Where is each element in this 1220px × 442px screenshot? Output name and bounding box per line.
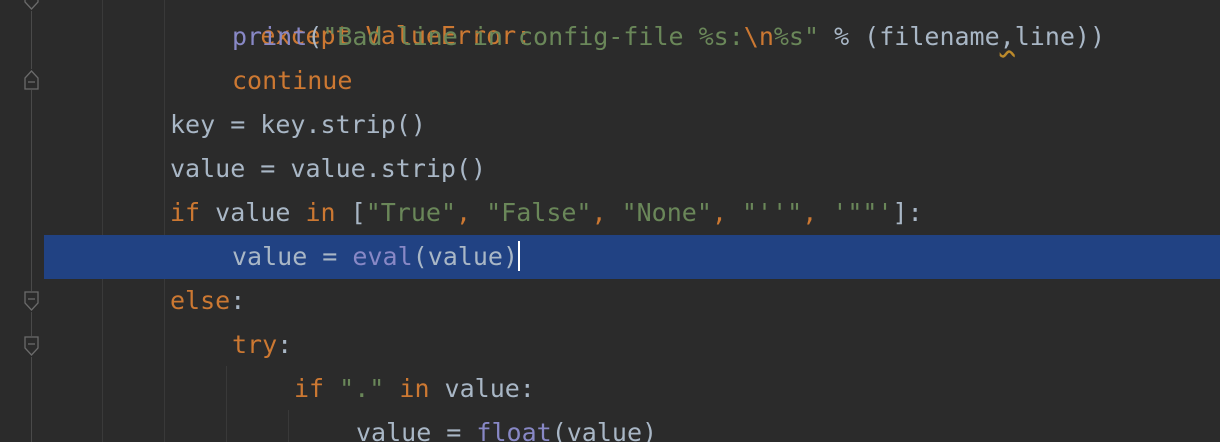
keyword-token: if bbox=[170, 198, 201, 227]
code-token: % (filename bbox=[819, 22, 1000, 51]
code-line[interactable]: if "." in value: bbox=[44, 367, 1220, 411]
gutter-fold-line bbox=[31, 0, 32, 442]
text-cursor bbox=[518, 241, 520, 271]
code-token: key = key.strip() bbox=[170, 110, 426, 139]
keyword-token: in bbox=[399, 374, 430, 403]
current-code-line[interactable]: value = eval(value) bbox=[44, 235, 1220, 279]
builtin-token: eval bbox=[352, 242, 413, 271]
string-token: "." bbox=[339, 374, 385, 403]
code-token: (value) bbox=[551, 418, 658, 442]
warning-comma-token[interactable]: , bbox=[1000, 22, 1015, 51]
code-line[interactable]: print("Bad line in config-file %s:\n%s" … bbox=[44, 15, 1220, 59]
string-token: "True" bbox=[365, 198, 456, 227]
string-token: "Bad line in config-file %s: bbox=[322, 22, 744, 51]
code-line[interactable]: key = key.strip() bbox=[44, 103, 1220, 147]
punctuation-token: , bbox=[802, 198, 833, 227]
builtin-token: print bbox=[232, 22, 308, 51]
code-line[interactable]: try: bbox=[44, 323, 1220, 367]
builtin-token: float bbox=[476, 418, 552, 442]
punctuation-token: , bbox=[711, 198, 742, 227]
code-token: value = value.strip() bbox=[170, 154, 487, 183]
code-token: value = bbox=[356, 418, 477, 442]
punctuation-token: ]: bbox=[892, 198, 923, 227]
punctuation-token: : bbox=[277, 330, 293, 359]
keyword-token: continue bbox=[232, 66, 353, 95]
fold-marker-icon[interactable] bbox=[23, 0, 40, 11]
code-area[interactable]: except ValueError: print("Bad line in co… bbox=[44, 0, 1220, 442]
keyword-token: if bbox=[294, 374, 325, 403]
punctuation-token: , bbox=[591, 198, 622, 227]
fold-end-icon[interactable] bbox=[23, 69, 40, 90]
code-token: value bbox=[200, 198, 306, 227]
code-line[interactable]: value = value.strip() bbox=[44, 147, 1220, 191]
string-token: "False" bbox=[486, 198, 592, 227]
punctuation-token: , bbox=[456, 198, 487, 227]
string-token: '""' bbox=[832, 198, 893, 227]
fold-marker-icon[interactable] bbox=[23, 291, 40, 312]
code-line[interactable]: else: bbox=[44, 279, 1220, 323]
keyword-token: in bbox=[305, 198, 336, 227]
code-token: value = bbox=[232, 242, 353, 271]
code-editor[interactable]: except ValueError: print("Bad line in co… bbox=[0, 0, 1220, 442]
code-line[interactable]: continue bbox=[44, 59, 1220, 103]
keyword-token: try bbox=[232, 330, 278, 359]
punctuation-token: ( bbox=[307, 22, 323, 51]
code-token: value: bbox=[429, 374, 535, 403]
string-token: "None" bbox=[621, 198, 712, 227]
code-token: line)) bbox=[1014, 22, 1106, 51]
string-token: "''" bbox=[742, 198, 803, 227]
editor-gutter bbox=[0, 0, 44, 442]
escape-token: \n bbox=[743, 22, 774, 51]
code-token: (value) bbox=[412, 242, 518, 271]
keyword-token: else bbox=[170, 286, 231, 315]
code-line[interactable]: except ValueError: bbox=[44, 0, 1220, 50]
punctuation-token: : bbox=[230, 286, 246, 315]
code-line[interactable]: if value in ["True", "False", "None", "'… bbox=[44, 191, 1220, 235]
string-token: %s" bbox=[773, 22, 820, 51]
code-line[interactable]: value = float(value) bbox=[44, 411, 1220, 442]
fold-marker-icon[interactable] bbox=[23, 336, 40, 357]
code-token: [ bbox=[335, 198, 366, 227]
